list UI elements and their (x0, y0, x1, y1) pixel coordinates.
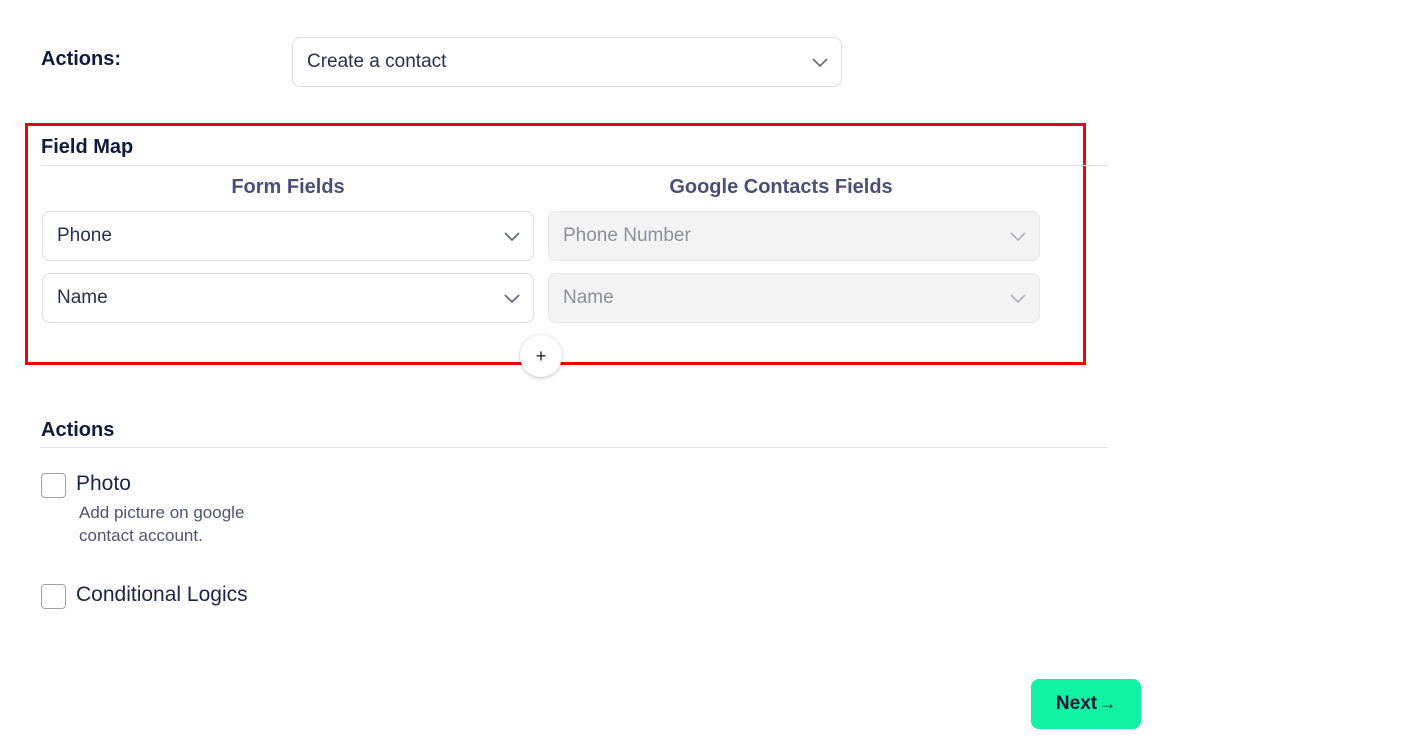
google-field-select: Name (548, 273, 1040, 323)
photo-checkbox[interactable] (41, 473, 66, 498)
conditional-logics-label: Conditional Logics (76, 583, 248, 606)
arrow-right-icon: → (1099, 694, 1117, 713)
google-field-select: Phone Number (548, 211, 1040, 261)
chevron-down-icon (501, 225, 523, 247)
google-field-value: Name (563, 287, 614, 308)
photo-description: Add picture on google contact account. (79, 503, 245, 545)
chevron-down-icon (1007, 287, 1029, 309)
actions-divider (41, 447, 1108, 448)
integration-config-page: Actions: Create a contact Field Map Form… (0, 0, 1420, 751)
photo-label: Photo (76, 472, 131, 495)
google-fields-header: Google Contacts Fields (669, 176, 893, 198)
field-map-title: Field Map (41, 136, 134, 158)
conditional-logics-checkbox[interactable] (41, 584, 66, 609)
form-fields-header: Form Fields (231, 176, 345, 198)
field-map-divider (41, 165, 1108, 166)
form-field-value: Name (57, 287, 108, 308)
action-select[interactable]: Create a contact (292, 37, 842, 87)
plus-icon: + (535, 345, 547, 366)
chevron-down-icon (809, 51, 831, 73)
next-label: Next (1055, 693, 1098, 714)
form-field-select[interactable]: Name (42, 273, 534, 323)
action-select-value: Create a contact (307, 51, 447, 72)
form-field-select[interactable]: Phone (42, 211, 534, 261)
add-field-button[interactable]: + (520, 335, 562, 377)
google-field-value: Phone Number (563, 225, 691, 246)
form-field-value: Phone (57, 225, 112, 246)
next-button[interactable]: Next → (1031, 679, 1141, 729)
chevron-down-icon (1007, 225, 1029, 247)
actions-label: Actions: (41, 48, 121, 70)
chevron-down-icon (501, 287, 523, 309)
actions-section-title: Actions (41, 419, 115, 441)
